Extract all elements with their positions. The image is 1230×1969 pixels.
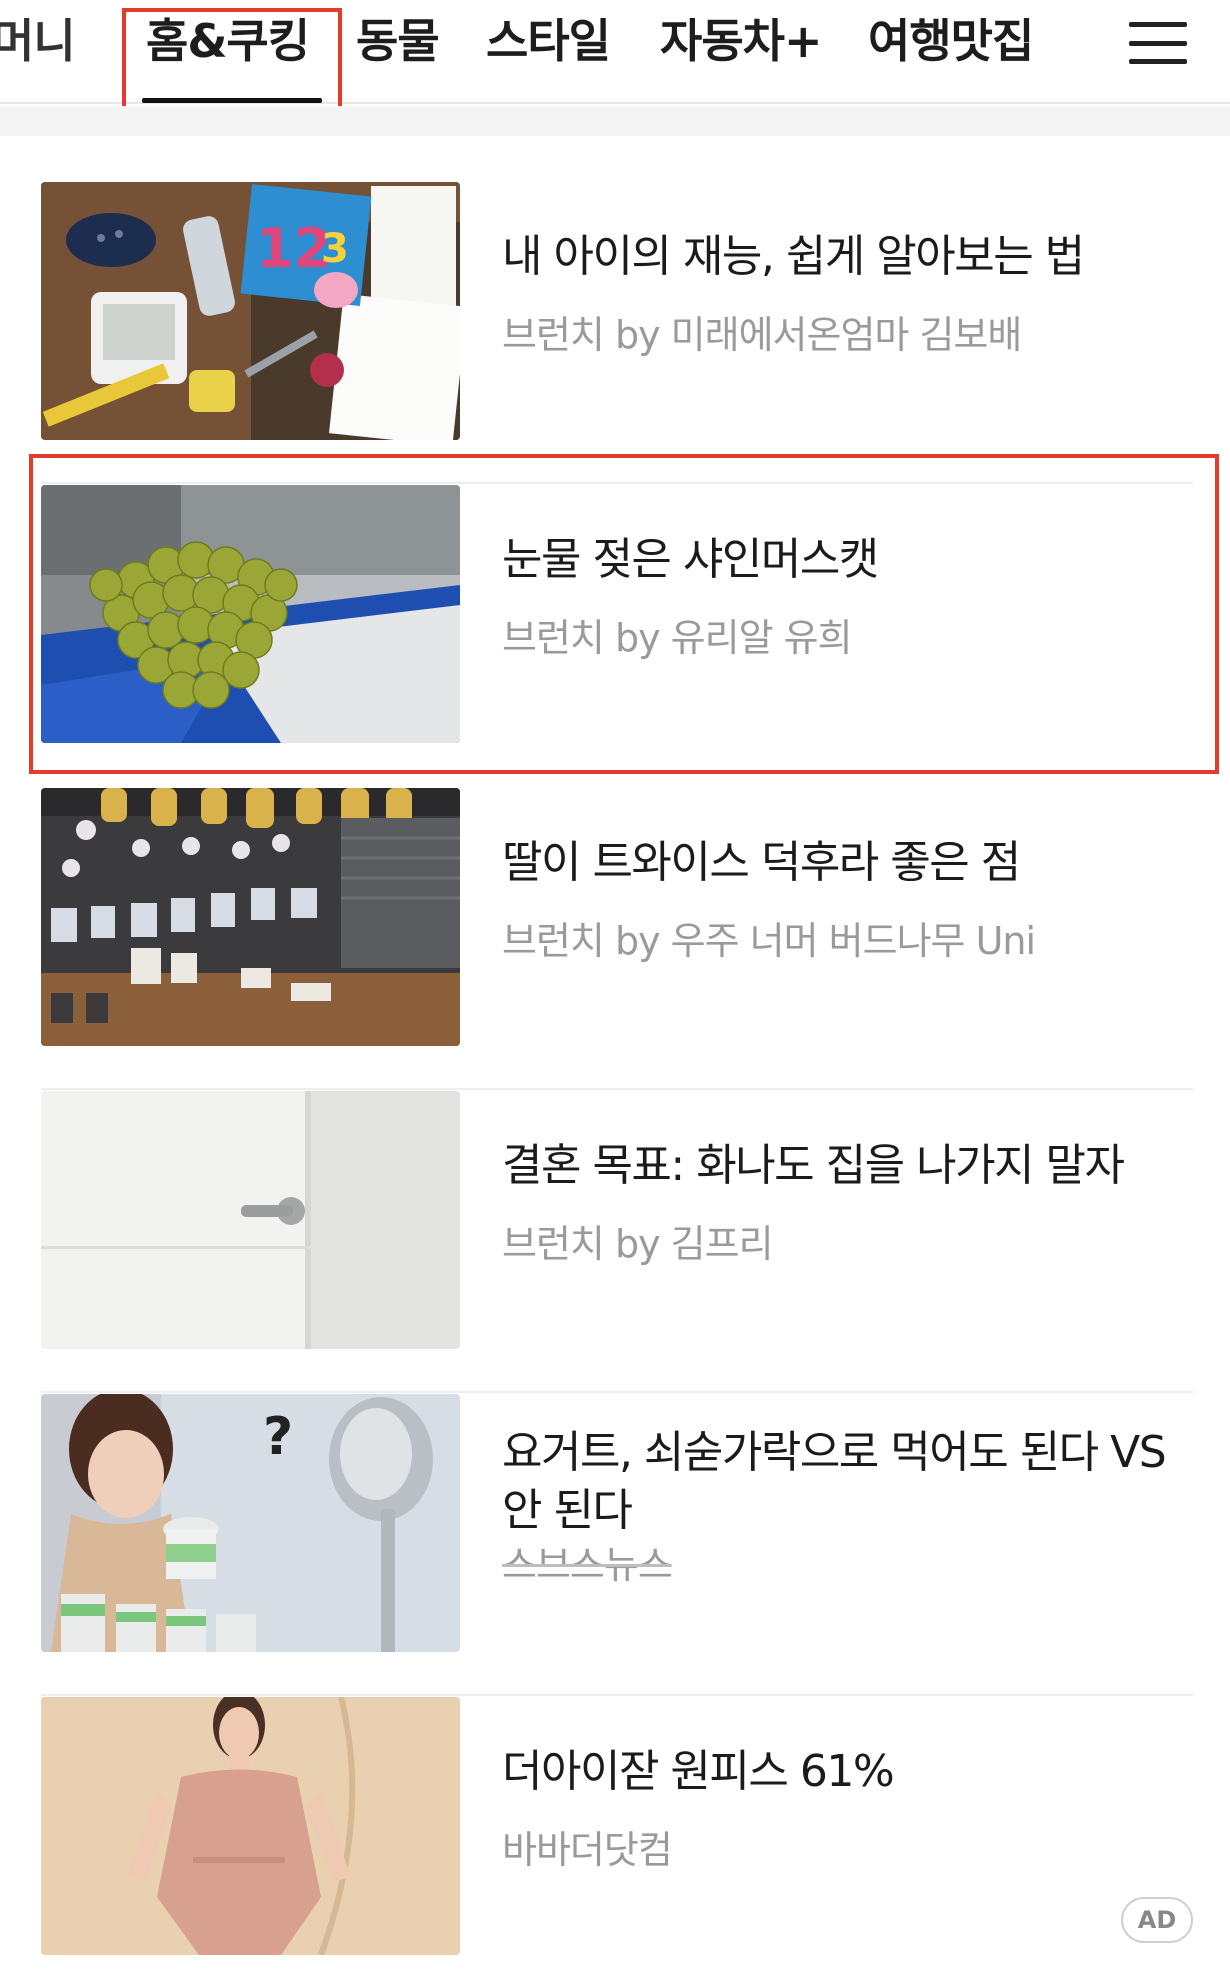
kid-items-photo: 12 3 (41, 182, 460, 440)
article-title[interactable]: 눈물 젖은 샤인머스캣 (502, 531, 1182, 589)
card-divider (41, 1088, 1193, 1090)
feed-card[interactable]: ? 요거트, 쇠숟가락으로 먹어도 된다 VS 안 된다 스브스뉴스 (41, 1394, 1193, 1696)
tab-style[interactable]: 스타일 (486, 6, 611, 76)
balloon-party-photo (41, 788, 460, 1046)
ad-badge: AD (1121, 1897, 1193, 1943)
screen: 머니 홈&쿠킹 동물 스타일 자동차+ 여행맛집 12 3 내 아이의 재능, … (0, 0, 1230, 1969)
feed-card[interactable]: 12 3 내 아이의 재능, 쉽게 알아보는 법 브런치 by 미래에서온엄마 … (41, 182, 1193, 484)
svg-text:3: 3 (321, 226, 349, 272)
svg-text:?: ? (263, 1407, 293, 1467)
yogurt-spoon-photo: ? (41, 1394, 460, 1652)
card-divider (41, 1694, 1193, 1696)
hamburger-menu-icon[interactable] (1125, 14, 1191, 72)
white-door-photo (41, 1091, 460, 1349)
article-title[interactable]: 요거트, 쇠숟가락으로 먹어도 된다 VS 안 된다 (502, 1424, 1182, 1540)
category-tab-bar: 머니 홈&쿠킹 동물 스타일 자동차+ 여행맛집 (0, 0, 1230, 104)
pink-dress-photo (41, 1697, 460, 1955)
tab-cars[interactable]: 자동차+ (660, 6, 823, 76)
active-tab-indicator (142, 98, 322, 103)
card-divider (41, 482, 1193, 484)
tab-bar-shadow-band (0, 106, 1230, 136)
tab-animals[interactable]: 동물 (356, 6, 440, 76)
article-source: 스브스뉴스 (502, 1543, 673, 1587)
feed-card[interactable]: 결혼 목표: 화나도 집을 나가지 말자 브런치 by 김프리 (41, 1091, 1193, 1393)
article-source: 브런치 by 유리알 유희 (502, 616, 853, 660)
tab-money[interactable]: 머니 (0, 6, 76, 76)
feed-card[interactable]: 눈물 젖은 샤인머스캣 브런치 by 유리알 유희 (41, 485, 1193, 787)
tab-home-cooking[interactable]: 홈&쿠킹 (146, 6, 310, 76)
article-title[interactable]: 내 아이의 재능, 쉽게 알아보는 법 (502, 228, 1182, 286)
article-title[interactable]: 더아이잗 원피스 61% (502, 1743, 1182, 1801)
article-source: 브런치 by 김프리 (502, 1222, 774, 1266)
svg-text:12: 12 (256, 217, 331, 280)
tab-travel-food[interactable]: 여행맛집 (868, 6, 1034, 76)
ad-source: 바바더닷컴 (502, 1828, 673, 1872)
ad-card[interactable]: 더아이잗 원피스 61% 바바더닷컴 AD (41, 1697, 1193, 1957)
article-source: 브런치 by 우주 너머 버드나무 Uni (502, 919, 1036, 963)
article-title[interactable]: 결혼 목표: 화나도 집을 나가지 말자 (502, 1137, 1182, 1195)
feed-card[interactable]: 딸이 트와이스 덕후라 좋은 점 브런치 by 우주 너머 버드나무 Uni (41, 788, 1193, 1090)
green-grapes-photo (41, 485, 460, 743)
card-divider (41, 1391, 1193, 1393)
article-source: 브런치 by 미래에서온엄마 김보배 (502, 313, 1022, 357)
article-title[interactable]: 딸이 트와이스 덕후라 좋은 점 (502, 834, 1182, 892)
